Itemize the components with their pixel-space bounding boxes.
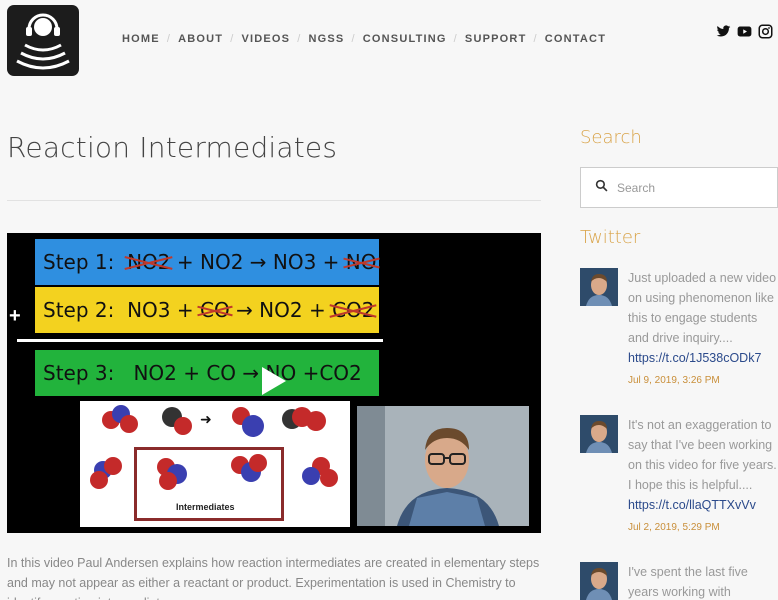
nav-consulting[interactable]: CONSULTING bbox=[363, 33, 447, 45]
video-step-2: Step 2: NO3 + CO → NO2 + CO2 bbox=[35, 287, 379, 333]
arrow-icon: ➜ bbox=[200, 411, 212, 427]
nav-home[interactable]: HOME bbox=[122, 33, 160, 45]
tweet-text: I've spent the last five years working w… bbox=[628, 565, 748, 599]
video-plus-sign: + bbox=[9, 305, 21, 327]
twitter-icon[interactable] bbox=[716, 24, 731, 39]
site-logo[interactable] bbox=[7, 5, 79, 76]
nav-support[interactable]: SUPPORT bbox=[465, 33, 527, 45]
nav-contact[interactable]: CONTACT bbox=[545, 33, 606, 45]
avatar[interactable] bbox=[580, 268, 618, 306]
main-nav: HOME / ABOUT / VIDEOS / NGSS / CONSULTING / S… bbox=[122, 33, 607, 45]
tweet-text: It's not an exaggeration to say that I'v… bbox=[628, 418, 777, 492]
nav-ngss[interactable]: NGSS bbox=[309, 33, 345, 45]
youtube-icon[interactable] bbox=[737, 24, 752, 39]
avatar[interactable] bbox=[580, 415, 618, 453]
page-title: Reaction Intermediates bbox=[7, 131, 338, 164]
avatar[interactable] bbox=[580, 562, 618, 600]
tweet-text: Just uploaded a new video on using pheno… bbox=[628, 271, 777, 345]
nav-about[interactable]: ABOUT bbox=[178, 33, 223, 45]
presenter-video-inset bbox=[357, 406, 529, 526]
video-step-3: Step 3: NO2 + CO → NO +CO2 bbox=[35, 350, 379, 396]
title-divider bbox=[7, 200, 541, 201]
search-heading: Search bbox=[580, 127, 642, 148]
tweet-link[interactable]: https://t.co/llaQTTXvVv bbox=[628, 495, 778, 515]
tweet-date[interactable]: Jul 9, 2019, 3:26 PM bbox=[628, 368, 778, 394]
tweet-link[interactable]: https://t.co/1J538cODk7 bbox=[628, 348, 778, 368]
video-description: In this video Paul Andersen explains how… bbox=[7, 556, 540, 600]
search-box[interactable] bbox=[580, 167, 778, 208]
search-input[interactable] bbox=[617, 180, 767, 195]
search-icon bbox=[595, 179, 608, 197]
nav-videos[interactable]: VIDEOS bbox=[241, 33, 290, 45]
instagram-icon[interactable] bbox=[758, 24, 773, 39]
intermediates-label: Intermediates bbox=[176, 502, 235, 512]
video-player[interactable]: Step 1: NO2 + NO2 → NO3 + NO + Step 2: N… bbox=[7, 233, 541, 533]
molecule-diagram: ➜ Intermediates bbox=[80, 401, 350, 527]
video-step-1: Step 1: NO2 + NO2 → NO3 + NO bbox=[35, 239, 379, 285]
twitter-heading: Twitter bbox=[580, 227, 641, 248]
play-icon[interactable] bbox=[262, 367, 286, 395]
tweet-date[interactable]: Jul 2, 2019, 5:29 PM bbox=[628, 515, 778, 541]
video-equation-divider bbox=[17, 339, 383, 342]
social-links bbox=[716, 24, 773, 39]
